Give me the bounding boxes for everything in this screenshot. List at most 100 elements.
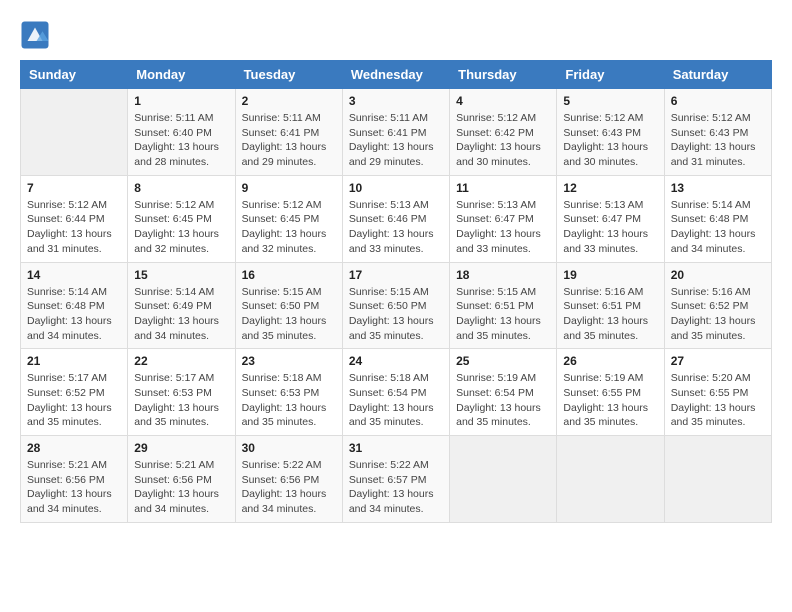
day-info: Sunrise: 5:12 AMSunset: 6:45 PMDaylight:…: [242, 198, 336, 257]
day-info: Sunrise: 5:19 AMSunset: 6:55 PMDaylight:…: [563, 371, 657, 430]
calendar-cell: 4 Sunrise: 5:12 AMSunset: 6:42 PMDaylight…: [450, 89, 557, 176]
day-info: Sunrise: 5:20 AMSunset: 6:55 PMDaylight:…: [671, 371, 765, 430]
day-info: Sunrise: 5:11 AMSunset: 6:40 PMDaylight:…: [134, 111, 228, 170]
day-number: 27: [671, 354, 765, 368]
day-number: 31: [349, 441, 443, 455]
calendar-cell: 19 Sunrise: 5:16 AMSunset: 6:51 PMDayligh…: [557, 262, 664, 349]
day-info: Sunrise: 5:15 AMSunset: 6:50 PMDaylight:…: [349, 285, 443, 344]
day-number: 14: [27, 268, 121, 282]
day-info: Sunrise: 5:18 AMSunset: 6:54 PMDaylight:…: [349, 371, 443, 430]
day-number: 22: [134, 354, 228, 368]
calendar-cell: 31 Sunrise: 5:22 AMSunset: 6:57 PMDayligh…: [342, 436, 449, 523]
day-info: Sunrise: 5:12 AMSunset: 6:45 PMDaylight:…: [134, 198, 228, 257]
day-info: Sunrise: 5:12 AMSunset: 6:43 PMDaylight:…: [563, 111, 657, 170]
day-info: Sunrise: 5:22 AMSunset: 6:56 PMDaylight:…: [242, 458, 336, 517]
day-info: Sunrise: 5:18 AMSunset: 6:53 PMDaylight:…: [242, 371, 336, 430]
day-number: 2: [242, 94, 336, 108]
calendar-cell: [664, 436, 771, 523]
day-info: Sunrise: 5:14 AMSunset: 6:48 PMDaylight:…: [671, 198, 765, 257]
day-info: Sunrise: 5:17 AMSunset: 6:53 PMDaylight:…: [134, 371, 228, 430]
calendar-cell: 26 Sunrise: 5:19 AMSunset: 6:55 PMDayligh…: [557, 349, 664, 436]
day-number: 11: [456, 181, 550, 195]
calendar-cell: [450, 436, 557, 523]
day-number: 8: [134, 181, 228, 195]
calendar-cell: 2 Sunrise: 5:11 AMSunset: 6:41 PMDaylight…: [235, 89, 342, 176]
day-number: 12: [563, 181, 657, 195]
day-info: Sunrise: 5:17 AMSunset: 6:52 PMDaylight:…: [27, 371, 121, 430]
day-number: 17: [349, 268, 443, 282]
calendar-cell: 7 Sunrise: 5:12 AMSunset: 6:44 PMDaylight…: [21, 175, 128, 262]
day-info: Sunrise: 5:14 AMSunset: 6:48 PMDaylight:…: [27, 285, 121, 344]
calendar-header-row: SundayMondayTuesdayWednesdayThursdayFrid…: [21, 61, 772, 89]
day-number: 5: [563, 94, 657, 108]
day-number: 7: [27, 181, 121, 195]
day-info: Sunrise: 5:21 AMSunset: 6:56 PMDaylight:…: [134, 458, 228, 517]
day-info: Sunrise: 5:13 AMSunset: 6:47 PMDaylight:…: [456, 198, 550, 257]
calendar-cell: 15Sunrise: 5:14 AMSunset: 6:49 PMDayligh…: [128, 262, 235, 349]
calendar-cell: 21Sunrise: 5:17 AMSunset: 6:52 PMDayligh…: [21, 349, 128, 436]
page-header: [20, 20, 772, 50]
calendar-header-friday: Friday: [557, 61, 664, 89]
day-number: 28: [27, 441, 121, 455]
calendar-week-4: 21Sunrise: 5:17 AMSunset: 6:52 PMDayligh…: [21, 349, 772, 436]
calendar-cell: 28 Sunrise: 5:21 AMSunset: 6:56 PMDayligh…: [21, 436, 128, 523]
day-number: 16: [242, 268, 336, 282]
day-info: Sunrise: 5:11 AMSunset: 6:41 PMDaylight:…: [349, 111, 443, 170]
day-number: 24: [349, 354, 443, 368]
day-info: Sunrise: 5:13 AMSunset: 6:46 PMDaylight:…: [349, 198, 443, 257]
calendar-cell: 16 Sunrise: 5:15 AMSunset: 6:50 PMDayligh…: [235, 262, 342, 349]
calendar-cell: 24 Sunrise: 5:18 AMSunset: 6:54 PMDayligh…: [342, 349, 449, 436]
calendar-week-1: 1 Sunrise: 5:11 AMSunset: 6:40 PMDaylight…: [21, 89, 772, 176]
day-info: Sunrise: 5:22 AMSunset: 6:57 PMDaylight:…: [349, 458, 443, 517]
calendar-cell: 17 Sunrise: 5:15 AMSunset: 6:50 PMDayligh…: [342, 262, 449, 349]
calendar-cell: 1 Sunrise: 5:11 AMSunset: 6:40 PMDaylight…: [128, 89, 235, 176]
day-number: 1: [134, 94, 228, 108]
calendar-body: 1 Sunrise: 5:11 AMSunset: 6:40 PMDaylight…: [21, 89, 772, 523]
logo: [20, 20, 54, 50]
day-number: 29: [134, 441, 228, 455]
day-number: 26: [563, 354, 657, 368]
calendar-week-5: 28 Sunrise: 5:21 AMSunset: 6:56 PMDayligh…: [21, 436, 772, 523]
calendar-header-wednesday: Wednesday: [342, 61, 449, 89]
day-number: 23: [242, 354, 336, 368]
day-number: 19: [563, 268, 657, 282]
calendar-cell: 20Sunrise: 5:16 AMSunset: 6:52 PMDayligh…: [664, 262, 771, 349]
day-number: 6: [671, 94, 765, 108]
calendar-week-3: 14 Sunrise: 5:14 AMSunset: 6:48 PMDayligh…: [21, 262, 772, 349]
day-info: Sunrise: 5:21 AMSunset: 6:56 PMDaylight:…: [27, 458, 121, 517]
day-info: Sunrise: 5:15 AMSunset: 6:51 PMDaylight:…: [456, 285, 550, 344]
calendar-cell: 5 Sunrise: 5:12 AMSunset: 6:43 PMDaylight…: [557, 89, 664, 176]
calendar-cell: [21, 89, 128, 176]
calendar-cell: 27 Sunrise: 5:20 AMSunset: 6:55 PMDayligh…: [664, 349, 771, 436]
day-number: 15: [134, 268, 228, 282]
day-info: Sunrise: 5:15 AMSunset: 6:50 PMDaylight:…: [242, 285, 336, 344]
calendar-cell: 10 Sunrise: 5:13 AMSunset: 6:46 PMDayligh…: [342, 175, 449, 262]
day-info: Sunrise: 5:13 AMSunset: 6:47 PMDaylight:…: [563, 198, 657, 257]
calendar-header-sunday: Sunday: [21, 61, 128, 89]
day-info: Sunrise: 5:19 AMSunset: 6:54 PMDaylight:…: [456, 371, 550, 430]
day-number: 4: [456, 94, 550, 108]
day-number: 9: [242, 181, 336, 195]
calendar-cell: 9 Sunrise: 5:12 AMSunset: 6:45 PMDaylight…: [235, 175, 342, 262]
calendar-header-tuesday: Tuesday: [235, 61, 342, 89]
calendar-cell: 30 Sunrise: 5:22 AMSunset: 6:56 PMDayligh…: [235, 436, 342, 523]
calendar-table: SundayMondayTuesdayWednesdayThursdayFrid…: [20, 60, 772, 523]
day-info: Sunrise: 5:11 AMSunset: 6:41 PMDaylight:…: [242, 111, 336, 170]
logo-icon: [20, 20, 50, 50]
calendar-cell: [557, 436, 664, 523]
day-info: Sunrise: 5:12 AMSunset: 6:43 PMDaylight:…: [671, 111, 765, 170]
calendar-header-monday: Monday: [128, 61, 235, 89]
calendar-header-thursday: Thursday: [450, 61, 557, 89]
calendar-week-2: 7 Sunrise: 5:12 AMSunset: 6:44 PMDaylight…: [21, 175, 772, 262]
calendar-cell: 13Sunrise: 5:14 AMSunset: 6:48 PMDayligh…: [664, 175, 771, 262]
calendar-cell: 8 Sunrise: 5:12 AMSunset: 6:45 PMDaylight…: [128, 175, 235, 262]
day-number: 30: [242, 441, 336, 455]
calendar-cell: 14 Sunrise: 5:14 AMSunset: 6:48 PMDayligh…: [21, 262, 128, 349]
day-info: Sunrise: 5:12 AMSunset: 6:42 PMDaylight:…: [456, 111, 550, 170]
day-info: Sunrise: 5:16 AMSunset: 6:51 PMDaylight:…: [563, 285, 657, 344]
day-number: 20: [671, 268, 765, 282]
calendar-cell: 22 Sunrise: 5:17 AMSunset: 6:53 PMDayligh…: [128, 349, 235, 436]
day-number: 10: [349, 181, 443, 195]
calendar-cell: 23 Sunrise: 5:18 AMSunset: 6:53 PMDayligh…: [235, 349, 342, 436]
day-info: Sunrise: 5:12 AMSunset: 6:44 PMDaylight:…: [27, 198, 121, 257]
